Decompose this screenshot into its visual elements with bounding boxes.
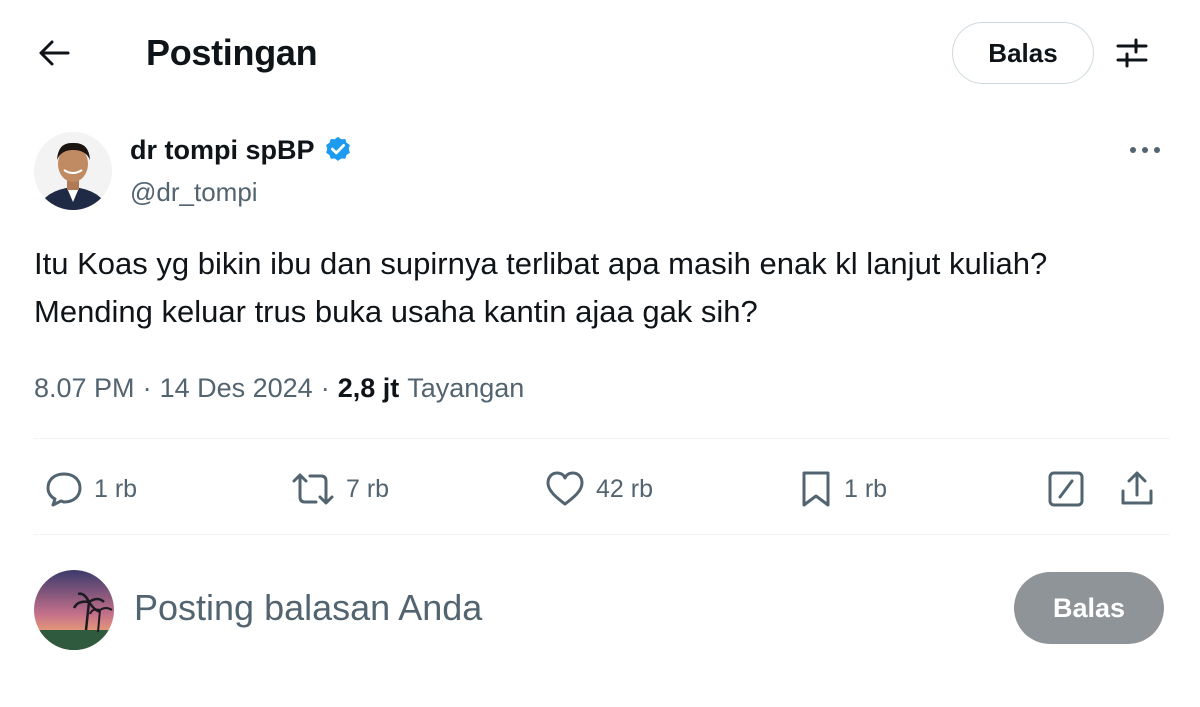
meta-separator: · <box>142 373 152 403</box>
arrow-left-icon <box>39 40 70 66</box>
bookmark-icon <box>802 471 830 507</box>
user-avatar[interactable] <box>34 570 114 650</box>
reply-button-header[interactable]: Balas <box>952 22 1094 84</box>
like-count: 42 rb <box>596 474 653 503</box>
author-avatar[interactable] <box>34 132 112 210</box>
divider <box>34 438 1170 439</box>
post-date[interactable]: 14 Des 2024 <box>160 368 313 408</box>
verified-badge-icon <box>325 136 350 161</box>
reply-input[interactable] <box>134 580 954 636</box>
views-label: Tayangan <box>407 373 525 403</box>
repost-icon <box>292 473 334 505</box>
author-name-row[interactable]: dr tompi spBP <box>130 132 353 168</box>
reply-action[interactable]: 1 rb <box>44 464 137 514</box>
share-action[interactable] <box>1118 464 1156 514</box>
repost-action[interactable]: 7 rb <box>290 464 389 514</box>
grok-icon <box>1048 471 1084 507</box>
more-options-button[interactable] <box>1120 132 1170 168</box>
bookmark-action[interactable]: 1 rb <box>798 464 887 514</box>
more-horizontal-icon <box>1130 147 1160 153</box>
share-icon <box>1121 471 1153 505</box>
comment-icon <box>46 472 82 507</box>
page-title: Postingan <box>146 32 318 73</box>
back-button[interactable] <box>28 30 80 76</box>
author-photo <box>34 132 112 210</box>
heart-icon <box>546 471 584 506</box>
divider <box>34 534 1170 535</box>
filter-button[interactable] <box>1106 30 1158 76</box>
post-meta: 8.07 PM · 14 Des 2024 · 2,8 jt Tayangan <box>34 368 524 408</box>
reply-submit-button[interactable]: Balas <box>1014 572 1164 644</box>
bookmark-count: 1 rb <box>844 474 888 503</box>
like-action[interactable]: 42 rb <box>544 464 653 514</box>
repost-count: 7 rb <box>346 474 390 503</box>
meta-separator: · <box>320 373 330 403</box>
sliders-icon <box>1116 38 1148 68</box>
post-text: Itu Koas yg bikin ibu dan supirnya terli… <box>34 246 1048 329</box>
post-time[interactable]: 8.07 PM <box>34 368 135 408</box>
reply-count: 1 rb <box>94 474 138 503</box>
views-count: 2,8 jt <box>337 373 400 403</box>
author-display-name[interactable]: dr tompi spBP <box>130 132 315 168</box>
grok-action[interactable] <box>1046 464 1086 514</box>
author-handle[interactable]: @dr_tompi <box>130 175 258 209</box>
user-photo <box>34 570 114 650</box>
